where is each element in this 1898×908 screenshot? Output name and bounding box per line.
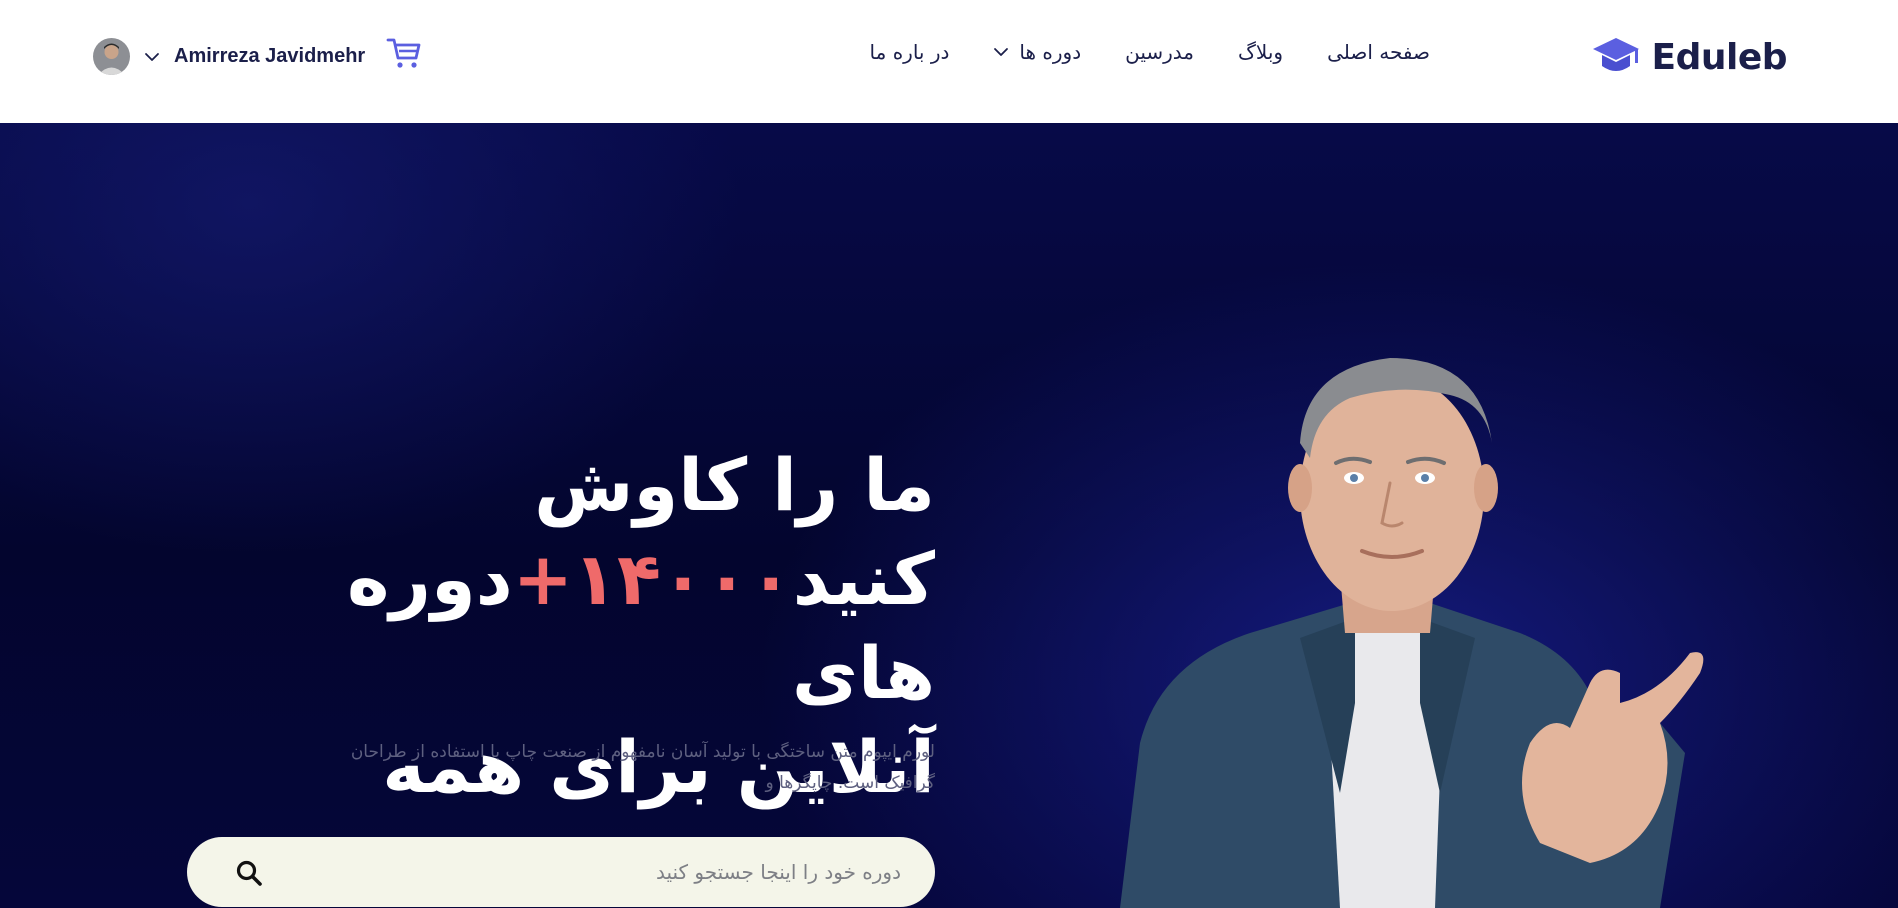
cart-icon[interactable] — [386, 36, 422, 70]
headline-course-count: ۱۴۰۰۰+ — [512, 537, 793, 621]
headline-line-1: ما را کاوش — [534, 443, 935, 527]
site-header: Eduleb صفحه اصلی در باره ما دوره ها مدرس… — [0, 0, 1898, 123]
search-input[interactable] — [341, 837, 901, 907]
search-icon[interactable] — [235, 859, 263, 887]
avatar — [93, 38, 130, 75]
headline-line-2-start: کنید — [792, 537, 935, 621]
nav-item-courses[interactable]: دوره ها — [993, 40, 1081, 64]
nav-item-label: دوره ها — [1019, 40, 1082, 64]
hero-person-image — [1120, 358, 1704, 908]
nav-item-label: در باره ما — [869, 40, 950, 64]
hero-description: لورم ایپوم متن ساختگی با تولید آسان نامف… — [350, 742, 935, 793]
hero-section: ما را کاوش کنید۱۴۰۰۰+دوره های آنلاین برا… — [0, 123, 1898, 908]
chevron-down-icon — [994, 48, 1009, 56]
nav-item-label: مدرسین — [1125, 40, 1195, 64]
headline-line-2: کنید۱۴۰۰۰+دوره های — [215, 532, 935, 720]
nav-item-blog[interactable]: وبلاگ — [1238, 40, 1283, 64]
user-name: Amirreza Javidmehr — [174, 45, 366, 67]
logo[interactable]: Eduleb — [1591, 32, 1787, 82]
chevron-down-icon — [145, 52, 159, 61]
nav-item-label: صفحه اصلی — [1327, 40, 1430, 64]
logo-text: Eduleb — [1651, 36, 1787, 78]
main-nav: صفحه اصلی در باره ما دوره ها مدرسین وبلا… — [870, 40, 1430, 64]
search-bar — [187, 837, 935, 907]
nav-item-label: وبلاگ — [1238, 40, 1284, 64]
user-menu[interactable]: Amirreza Javidmehr — [93, 38, 365, 75]
nav-item-home[interactable]: صفحه اصلی — [1327, 40, 1430, 64]
nav-item-instructors[interactable]: مدرسین — [1125, 40, 1194, 64]
graduation-cap-icon — [1593, 38, 1640, 71]
nav-item-about[interactable]: در باره ما — [870, 40, 950, 64]
